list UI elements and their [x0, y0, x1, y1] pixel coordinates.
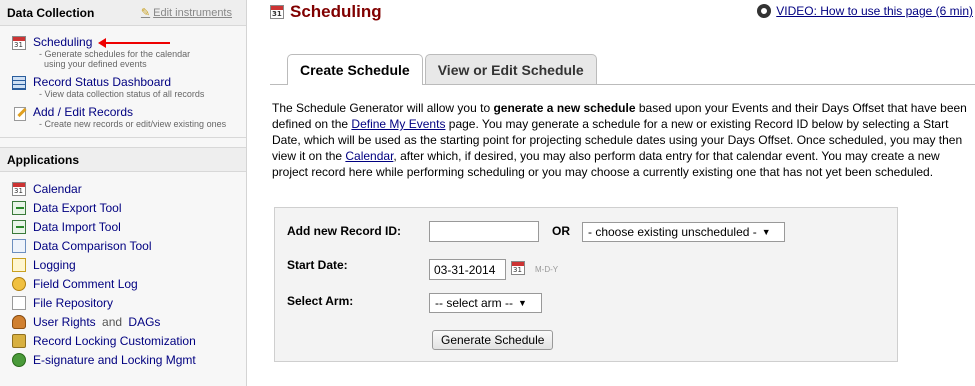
intro-bold: generate a new schedule [493, 101, 636, 115]
sidebar-item-data-import-tool[interactable]: Data Import Tool [0, 218, 246, 237]
sidebar-item-label[interactable]: Record Locking Customization [33, 334, 196, 348]
sidebar-item-record-locking-customization[interactable]: Record Locking Customization [0, 332, 246, 351]
sidebar-item-label[interactable]: E-signature and Locking Mgmt [33, 353, 196, 367]
and-text: and [102, 315, 123, 329]
calendar-icon: 31 [270, 5, 284, 19]
import-icon [12, 220, 26, 234]
sidebar-item-label[interactable]: Calendar [33, 182, 82, 196]
generate-schedule-button[interactable]: Generate Schedule [432, 330, 554, 350]
video-link-label[interactable]: VIDEO: How to use this page (6 min) [776, 4, 973, 18]
existing-record-select-value: - choose existing unscheduled - [588, 225, 757, 239]
video-help-link[interactable]: VIDEO: How to use this page (6 min) [757, 4, 973, 18]
sidebar-item-file-repository[interactable]: File Repository [0, 294, 246, 313]
or-label: OR [552, 224, 570, 238]
compare-documents-icon [12, 239, 26, 253]
calendar-icon: 31 [12, 36, 26, 50]
sidebar-item-logging[interactable]: Logging [0, 256, 246, 275]
sidebar-item-label[interactable]: User Rights [33, 315, 96, 329]
applications-header: Applications [0, 148, 246, 172]
chevron-down-icon: ▼ [761, 227, 771, 237]
lock-icon [12, 334, 26, 348]
calendar-link[interactable]: Calendar [345, 149, 393, 163]
sidebar-item-add-edit-records[interactable]: Add / Edit Records - Create new records … [0, 105, 246, 129]
sidebar-item-calendar[interactable]: 31 Calendar [0, 180, 246, 199]
intro-part: The Schedule Generator will allow you to [272, 101, 494, 115]
page-title-text: Scheduling [290, 2, 382, 21]
data-collection-heading: Data Collection [7, 5, 95, 20]
page-title: 31 Scheduling [270, 2, 382, 22]
sidebar-item-desc: - View data collection status of all rec… [39, 89, 205, 99]
chevron-down-icon: ▼ [518, 298, 527, 308]
calendar-icon: 31 [12, 182, 26, 196]
main-content: 31 Scheduling VIDEO: How to use this pag… [270, 0, 975, 386]
sidebar-item-field-comment-log[interactable]: Field Comment Log [0, 275, 246, 294]
applications-heading: Applications [7, 152, 80, 167]
tab-create-schedule[interactable]: Create Schedule [287, 54, 423, 85]
export-icon [12, 201, 26, 215]
sidebar-item-dags-label[interactable]: DAGs [128, 315, 160, 329]
comment-icon [12, 277, 26, 291]
sidebar: Data Collection ✎ Edit instruments 31 Sc… [0, 0, 247, 386]
sidebar-item-data-comparison-tool[interactable]: Data Comparison Tool [0, 237, 246, 256]
red-arrow-indicator [98, 38, 170, 48]
logging-icon [12, 258, 26, 272]
edit-instruments-label: Edit instruments [153, 6, 232, 19]
edit-pencil-icon: ✎ [140, 7, 151, 19]
edit-record-icon [12, 106, 26, 121]
select-arm-label: Select Arm: [287, 294, 354, 308]
data-collection-header: Data Collection ✎ Edit instruments [0, 0, 246, 26]
sidebar-item-esignature-locking-mgmt[interactable]: E-signature and Locking Mgmt [0, 351, 246, 370]
define-my-events-link[interactable]: Define My Events [351, 117, 445, 131]
sidebar-item-desc: using your defined events [44, 59, 147, 69]
arm-select-value: -- select arm -- [435, 296, 513, 310]
group-users-icon [12, 315, 26, 329]
sidebar-item-data-export-tool[interactable]: Data Export Tool [0, 199, 246, 218]
start-date-label: Start Date: [287, 258, 348, 272]
sidebar-item-desc: - Generate schedules for the calendar [39, 49, 191, 59]
edit-instruments-link[interactable]: ✎ Edit instruments [140, 6, 232, 20]
record-id-label: Add new Record ID: [287, 224, 402, 238]
date-picker-calendar-icon[interactable]: 31 [511, 261, 525, 275]
sidebar-item-label[interactable]: Logging [33, 258, 76, 272]
sidebar-item-label[interactable]: Field Comment Log [33, 277, 138, 291]
dashboard-grid-icon [12, 76, 26, 90]
sidebar-item-label[interactable]: Record Status Dashboard [33, 75, 246, 89]
sidebar-item-label[interactable]: Data Import Tool [33, 220, 121, 234]
arm-select[interactable]: -- select arm -- ▼ [429, 293, 542, 313]
sidebar-item-desc: - Create new records or edit/view existi… [39, 119, 227, 129]
existing-record-select[interactable]: - choose existing unscheduled - ▼ [582, 222, 785, 242]
file-icon [12, 296, 26, 310]
schedule-form: Add new Record ID: OR - choose existing … [274, 207, 898, 362]
sidebar-item-label[interactable]: File Repository [33, 296, 113, 310]
tab-view-edit-schedule[interactable]: View or Edit Schedule [424, 54, 597, 84]
start-date-input[interactable] [429, 259, 506, 280]
film-reel-icon [757, 4, 772, 18]
sidebar-item-label[interactable]: Add / Edit Records [33, 105, 246, 119]
sidebar-item-user-rights[interactable]: User Rights and DAGs [0, 313, 246, 332]
record-id-input[interactable] [429, 221, 539, 242]
sidebar-item-label[interactable]: Data Comparison Tool [33, 239, 152, 253]
tab-bar: Create Schedule View or Edit Schedule [287, 54, 597, 85]
date-format-hint: M-D-Y [535, 265, 559, 274]
sidebar-item-label[interactable]: Data Export Tool [33, 201, 122, 215]
sidebar-item-record-status-dashboard[interactable]: Record Status Dashboard - View data coll… [0, 75, 246, 99]
intro-text: The Schedule Generator will allow you to… [272, 100, 972, 180]
esignature-check-icon [12, 353, 26, 367]
sidebar-item-scheduling[interactable]: 31 Scheduling - Generate schedules for t… [0, 35, 246, 69]
